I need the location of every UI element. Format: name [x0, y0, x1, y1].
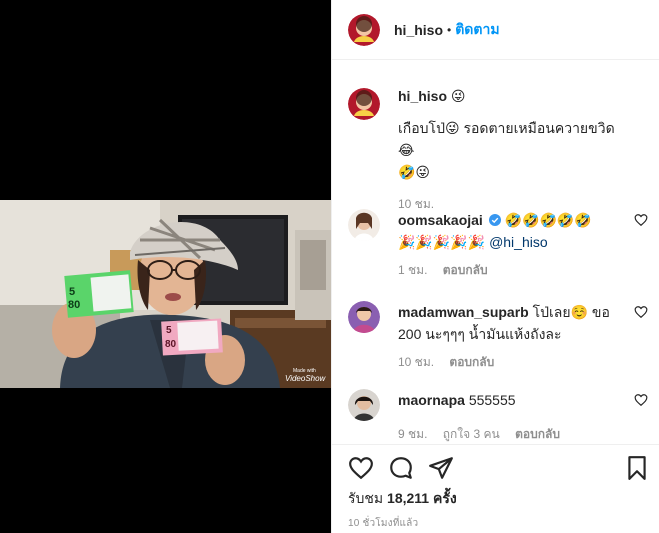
ticket-green-top: 5 — [69, 286, 75, 298]
views-number: 18,211 — [387, 490, 430, 506]
comment-text-2: 200 นะๆๆๆ น้ำมันแห้งถังละ — [398, 326, 562, 342]
comment-time[interactable]: 1 ชม. — [398, 263, 427, 277]
commenter-avatar[interactable] — [348, 301, 380, 333]
comment-username[interactable]: madamwan_suparb — [398, 304, 529, 320]
views-unit: ครั้ง — [432, 490, 457, 506]
views-label: รับชม — [348, 490, 384, 506]
ticket-green-bottom: 80 — [68, 299, 80, 311]
follow-button[interactable]: ติดตาม — [455, 19, 499, 41]
comment-text: โป่เลย☺️ ขอ — [532, 304, 610, 320]
reply-button[interactable]: ตอบกลับ — [443, 263, 488, 277]
commenter-avatar[interactable] — [348, 389, 380, 421]
author-avatar[interactable] — [348, 13, 380, 46]
comment-like-heart-icon[interactable] — [634, 213, 648, 227]
post-timestamp[interactable]: 10 ชั่วโมงที่แล้ว — [348, 516, 418, 531]
follow-separator: • — [447, 22, 452, 37]
comments-list[interactable]: hi_hiso 😜 เกือบโป่😜 รอดตายเหมือนควายขวิด… — [332, 61, 659, 451]
comment-item: madamwan_suparb โป่เลย☺️ ขอ 200 นะๆๆๆ น้… — [348, 301, 648, 372]
comment-username[interactable]: oomsakaojai — [398, 212, 483, 228]
comment-bubble-icon[interactable] — [388, 455, 414, 481]
reply-button[interactable]: ตอบกลับ — [449, 355, 494, 369]
comment-username[interactable]: maornapa — [398, 392, 465, 408]
bookmark-icon[interactable] — [624, 455, 650, 481]
ticket-pink-bottom: 80 — [165, 339, 177, 350]
caption-avatar[interactable] — [348, 88, 380, 120]
post-caption: hi_hiso 😜 เกือบโป่😜 รอดตายเหมือนควายขวิด… — [348, 88, 648, 214]
actions-divider — [332, 444, 659, 445]
paper-plane-icon[interactable] — [428, 455, 454, 481]
video-player[interactable]: 5 80 5 80 Made with VideoShow — [0, 200, 331, 388]
comment-like-heart-icon[interactable] — [634, 305, 648, 319]
heart-outline-icon[interactable] — [348, 455, 374, 481]
comment-time[interactable]: 9 ชม. — [398, 427, 427, 441]
reply-button[interactable]: ตอบกลับ — [515, 427, 560, 441]
caption-text-line1: เกือบโป่😜 รอดตายเหมือนควายขวิด😂 — [398, 120, 615, 158]
video-frame: 5 80 5 80 Made with VideoShow — [0, 200, 331, 388]
view-count[interactable]: รับชม 18,211 ครั้ง — [348, 488, 457, 510]
comment-text: 555555 — [468, 392, 516, 408]
comment-item: maornapa 555555 9 ชม. ถูกใจ 3 คน ตอบกลับ — [348, 389, 648, 444]
post-actions-bar — [348, 455, 648, 481]
comment-time[interactable]: 10 ชม. — [398, 355, 434, 369]
comment-text: 🤣🤣🤣🤣🤣 — [504, 212, 592, 228]
watermark-brand: VideoShow — [285, 374, 327, 383]
comment-likes[interactable]: ถูกใจ 3 คน — [443, 427, 500, 441]
ticket-pink-top: 5 — [166, 325, 172, 336]
author-username[interactable]: hi_hiso — [394, 22, 443, 38]
post-side-panel: hi_hiso • ติดตาม hi_hiso 😜 เกือบโป่😜 รอด… — [331, 0, 659, 533]
mention-link[interactable]: @hi_hiso — [489, 234, 548, 250]
post-header: hi_hiso • ติดตาม — [332, 0, 659, 60]
caption-username[interactable]: hi_hiso 😜 — [398, 88, 628, 105]
verified-badge-icon — [488, 214, 501, 226]
post-media[interactable]: 5 80 5 80 Made with VideoShow — [0, 0, 331, 533]
comment-item: oomsakaojai 🤣🤣🤣🤣🤣 🎉🎉🎉🎉🎉 @hi_hiso 1 ชม. ต… — [348, 209, 648, 280]
comment-text-2: 🎉🎉🎉🎉🎉 — [398, 234, 486, 250]
comment-like-heart-icon[interactable] — [634, 393, 648, 407]
caption-text-line2: 🤣😜 — [398, 164, 431, 180]
commenter-avatar[interactable] — [348, 209, 380, 241]
